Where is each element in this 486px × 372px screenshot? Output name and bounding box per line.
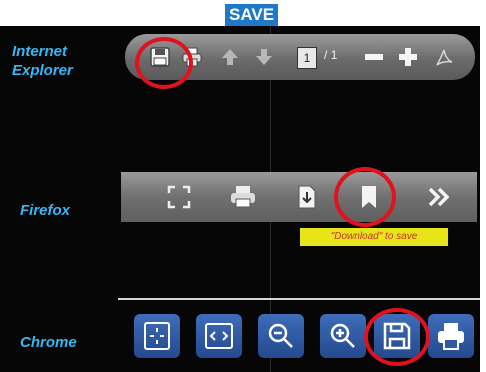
chrome-zoom-out-button[interactable] [258,314,304,358]
plus-icon [399,48,417,66]
more-icon [428,187,450,207]
ff-fullscreen-button[interactable] [164,183,194,211]
chrome-fit-width-button[interactable] [196,314,242,358]
page-total: 1 [330,48,338,62]
minus-icon [365,54,383,60]
download-tooltip: "Download" to save [300,228,448,246]
download-icon [298,185,316,209]
page-number-field[interactable]: 1 [297,47,317,69]
print-icon [438,323,464,350]
adobe-icon [436,49,453,66]
chrome-print-button[interactable] [428,314,474,358]
ie-next-page-button[interactable] [251,43,277,71]
ie-zoom-in-button[interactable] [395,43,421,71]
print-icon [231,186,255,208]
ie-zoom-out-button[interactable] [361,43,387,71]
page-separator: / 1 [324,48,337,62]
ie-adobe-button[interactable] [431,43,457,71]
ff-download-button[interactable] [292,183,322,211]
fullscreen-icon [167,185,191,209]
comparison-panel: Internet Explorer 1 / 1 Firefox "Downloa… [0,26,480,372]
ie-label: Internet Explorer [12,42,73,80]
arrow-down-icon [256,49,272,65]
ff-more-button[interactable] [424,183,454,211]
chrome-fit-page-button[interactable] [134,314,180,358]
zoom-in-icon [330,323,355,348]
chrome-save-highlight [364,308,430,366]
fit-width-icon [205,323,233,349]
firefox-label: Firefox [20,202,71,219]
chrome-zoom-in-button[interactable] [320,314,366,358]
ff-print-button[interactable] [228,183,258,211]
ie-label-line1: Internet [12,43,68,60]
ie-prev-page-button[interactable] [217,43,243,71]
fit-page-icon [144,322,170,350]
firefox-toolbar [121,172,477,222]
ff-download-highlight [334,167,396,227]
page-title: SAVE [225,4,279,26]
chrome-divider [118,298,480,300]
chrome-label: Chrome [20,334,77,351]
zoom-out-icon [268,323,293,348]
arrow-up-icon [222,49,238,65]
ie-save-highlight [135,37,193,89]
page-separator-text: / [324,48,328,62]
ie-label-line2: Explorer [12,62,73,79]
